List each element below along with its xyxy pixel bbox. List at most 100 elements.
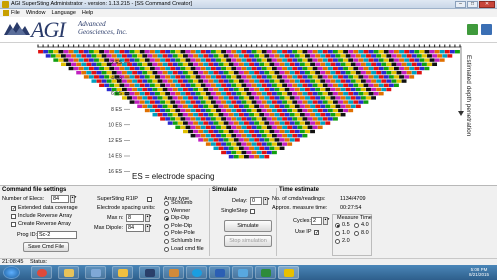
r1ip-checkbox[interactable] [147,197,152,202]
pseudosection-point [305,54,310,58]
measure-time-radio[interactable] [354,231,359,236]
stop-simulation-button[interactable]: Stop simulation [224,235,272,247]
max-n-input[interactable]: 8 [126,214,144,222]
array-type-radio[interactable] [164,201,169,206]
pseudosection-point [216,117,221,121]
maximize-icon[interactable]: □ [467,1,478,8]
pseudosection-point [373,75,379,79]
taskbar-browser-icon[interactable] [232,266,253,279]
menu-window[interactable]: Window [26,10,46,16]
pseudosection-point [297,66,303,71]
pseudosection-point [121,79,127,83]
start-button-icon[interactable] [3,266,20,279]
taskbar-agi-icon[interactable] [278,266,299,279]
pseudosection-point [363,100,369,104]
single-step-checkbox[interactable] [250,209,255,214]
pseudosection-point [221,134,227,138]
pseudosection-point [180,117,186,121]
measure-time-radio[interactable] [354,223,359,228]
pseudosection-point [218,104,224,108]
pseudosection-point [208,96,214,100]
array-type-radio[interactable] [164,239,169,244]
num-elecs-input[interactable]: 84 [51,195,69,203]
array-type-radio[interactable] [164,231,169,237]
pseudosection-point [152,79,158,83]
pseudosection-point [104,58,110,62]
max-dipole-spinner[interactable]: ▲▼ [145,224,152,232]
pseudosection-point [216,100,221,104]
electrode-marker [139,44,141,48]
pseudosection-point [233,54,239,58]
measure-time-radio[interactable] [335,239,340,244]
pseudosection-point [139,83,145,87]
pseudosection-point [88,58,94,62]
pseudosection-point [274,71,280,75]
include-reverse-checkbox[interactable] [11,214,16,219]
array-type-radio[interactable] [164,246,169,252]
array-type-radio[interactable] [164,208,169,214]
close-icon[interactable]: ✕ [479,1,495,8]
cycles-spinner[interactable]: ▲▼ [323,217,330,225]
depth-label: 6 ES [111,91,123,97]
pseudosection-point [414,58,420,62]
menu-file[interactable]: File [11,10,20,16]
pseudosection-point [127,54,132,58]
pseudosection-point [165,50,171,54]
minimize-icon[interactable]: – [455,1,466,8]
menu-help[interactable]: Help [82,10,93,16]
pseudosection-point [404,75,410,79]
taskbar-tool-icon[interactable] [163,266,184,279]
pseudosection-point [244,138,249,142]
measure-time-radio[interactable] [335,231,340,236]
taskbar-app-icon[interactable] [85,266,106,279]
taskbar-skype-icon[interactable] [186,266,207,279]
taskbar-excel-icon[interactable] [255,266,276,279]
pseudosection-point [167,113,173,117]
electrode-spacing-legend: ES = electrode spacing [132,172,215,181]
depth-label: 2 ES [111,60,123,66]
delay-input[interactable]: 0 [250,197,262,205]
pseudosection-point [109,83,115,87]
taskbar-media-icon[interactable] [139,266,160,279]
pseudosection-point [259,96,265,100]
array-type-radio[interactable] [164,223,169,229]
max-dipole-input[interactable]: 84 [126,224,144,232]
use-ip-checkbox[interactable]: ✓ [314,230,319,236]
pseudosection-point [277,100,282,104]
pseudosection-point [205,117,211,121]
simulate-button[interactable]: Simulate [224,220,272,232]
extended-coverage-checkbox[interactable]: ✓ [11,206,16,212]
pseudosection-point [261,117,267,121]
pseudosection-point [363,83,369,87]
pseudosection-point [261,142,267,146]
taskbar-explorer-icon[interactable] [58,266,79,279]
pseudosection-point [223,96,229,100]
taskbar-clock[interactable]: 5:08 PM 8/21/2015 [469,267,489,277]
toolbar-tools-icon[interactable] [481,24,492,35]
num-elecs-spinner[interactable]: ▲▼ [70,195,77,203]
menu-language[interactable]: Language [51,10,75,16]
max-n-spinner[interactable]: ▲▼ [145,214,152,222]
prog-id-input[interactable]: Sc-2 [37,231,77,239]
pseudosection-point [119,83,125,87]
array-type-radio[interactable] [164,216,169,222]
toolbar-app-icon[interactable] [467,24,478,35]
cycles-input[interactable]: 2 [311,217,322,225]
electrode-marker [433,44,436,48]
taskbar-chrome-icon[interactable] [31,266,52,279]
pseudosection-point [106,71,112,75]
taskbar-word-icon[interactable] [209,266,230,279]
pseudosection-point [132,71,138,75]
pseudosection-point [147,62,153,66]
create-reverse-checkbox[interactable] [11,222,16,227]
pseudosection-point [251,117,257,121]
electrode-marker [174,44,176,48]
taskbar-folder-icon[interactable] [112,266,133,279]
pseudosection-point [221,142,227,146]
delay-spinner[interactable]: ▲▼ [263,197,270,205]
measure-time-radio[interactable] [335,223,340,228]
pseudosection-point [185,58,191,62]
save-cmd-file-button[interactable]: Save Cmd File [23,242,69,252]
pseudosection-point [203,71,209,75]
pseudosection-point [160,66,166,71]
